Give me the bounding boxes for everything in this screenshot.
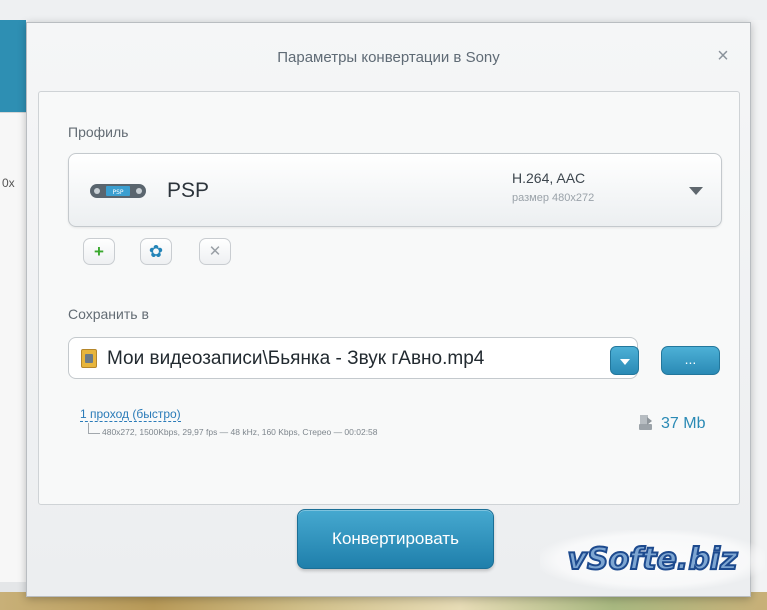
close-icon[interactable]: × xyxy=(712,45,734,67)
chevron-down-icon[interactable] xyxy=(689,187,703,195)
gear-icon: ✿ xyxy=(148,242,164,261)
file-icon xyxy=(81,349,97,368)
profile-settings-button[interactable]: ✿ xyxy=(140,238,172,265)
profile-name: PSP xyxy=(167,179,210,202)
add-profile-button[interactable]: + xyxy=(83,238,115,265)
profile-codec: H.264, AAC xyxy=(512,170,586,186)
dialog-title: Параметры конвертации в Sony xyxy=(277,49,500,66)
convert-button[interactable]: Конвертировать xyxy=(297,509,494,569)
background-app-text: 0x xyxy=(2,176,15,190)
output-path-value: Мои видеозаписи\Бьянка - Звук гАвно.mp4 xyxy=(107,348,485,369)
path-dropdown-button[interactable] xyxy=(610,346,639,375)
encoding-details: 480x272, 1500Kbps, 29,97 fps — 48 kHz, 1… xyxy=(102,427,378,437)
background-app-right xyxy=(750,20,767,610)
settings-panel: Профиль PSP PSP H.264, AAC размер 480x27… xyxy=(38,91,740,505)
estimated-size: 37 Mb xyxy=(661,415,706,432)
profile-dropdown[interactable]: PSP PSP H.264, AAC размер 480x272 xyxy=(68,153,722,227)
close-icon: ✕ xyxy=(208,243,222,260)
save-to-label: Сохранить в xyxy=(68,306,149,322)
svg-text:PSP: PSP xyxy=(112,189,123,196)
psp-device-icon: PSP xyxy=(90,184,146,198)
conversion-settings-dialog: Параметры конвертации в Sony × Профиль P… xyxy=(26,22,751,597)
pass-mode-link[interactable]: 1 проход (быстро) xyxy=(80,407,181,422)
background-app-header xyxy=(0,20,26,112)
tree-connector xyxy=(88,423,100,434)
profile-size: размер 480x272 xyxy=(512,192,595,204)
output-path-field[interactable]: Мои видеозаписи\Бьянка - Звук гАвно.mp4 xyxy=(68,337,638,379)
browse-button[interactable]: ... xyxy=(661,346,720,375)
file-size-icon xyxy=(639,415,652,430)
watermark-logo: vSofte.biz xyxy=(540,530,765,590)
delete-profile-button[interactable]: ✕ xyxy=(199,238,231,265)
background-app-top xyxy=(0,0,767,22)
plus-icon: + xyxy=(94,242,104,261)
profile-label: Профиль xyxy=(68,124,129,140)
